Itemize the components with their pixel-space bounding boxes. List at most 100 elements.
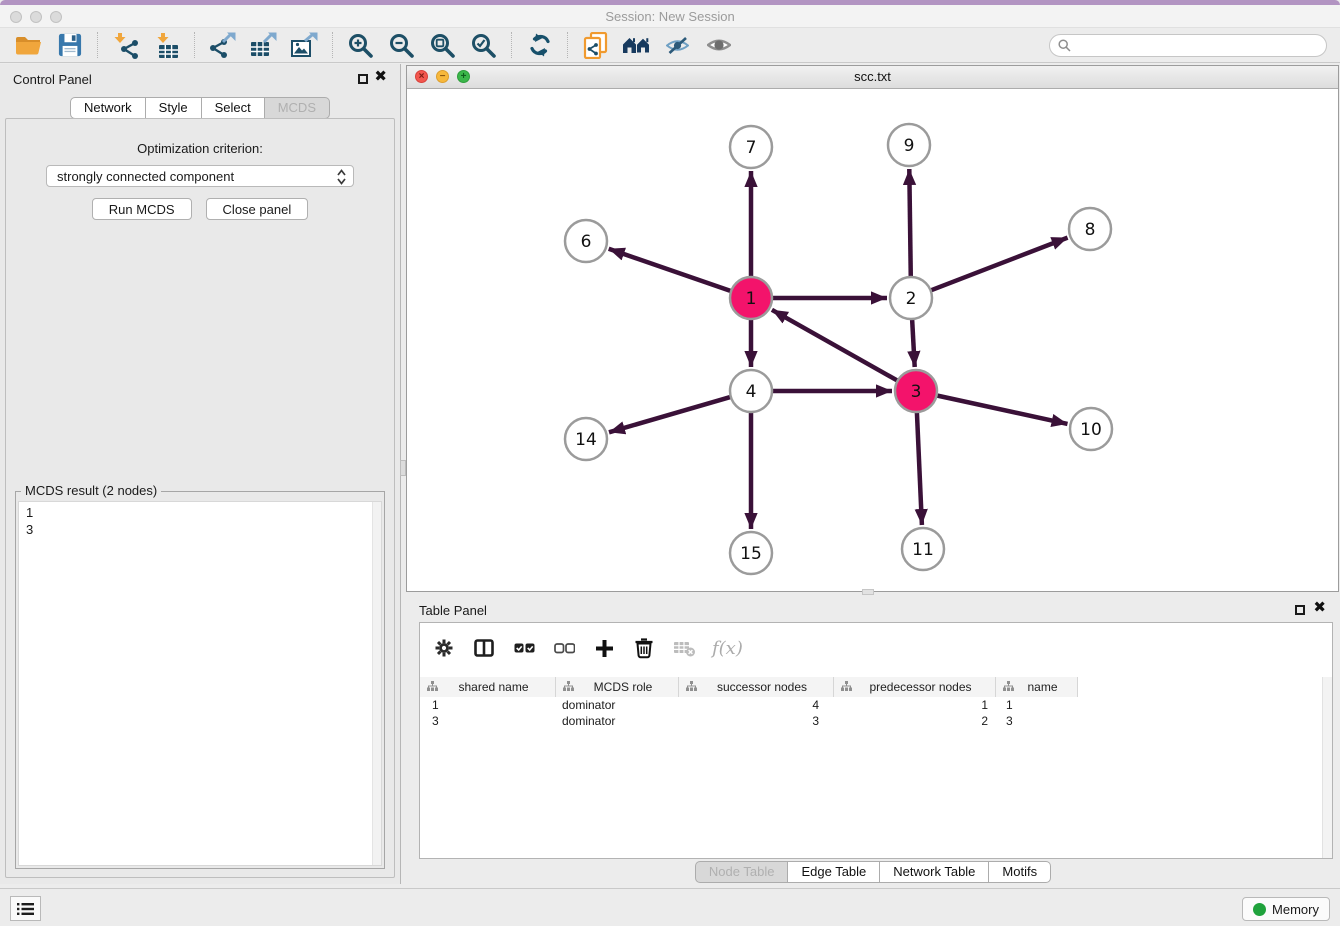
node-table-container: f(x) shared nameMCDS rolesuccessor nodes…: [419, 622, 1333, 859]
select-all-columns-button[interactable]: [512, 641, 536, 655]
control-panel: Control Panel ✖ NetworkStyleSelectMCDS O…: [0, 64, 401, 884]
toolbar-separator: [97, 32, 98, 58]
graph-edge-3-10[interactable]: [935, 395, 1068, 424]
run-mcds-button[interactable]: Run MCDS: [92, 198, 192, 220]
graph-edge-3-1[interactable]: [772, 310, 900, 382]
open-session-button[interactable]: [10, 30, 47, 60]
table-cell[interactable]: dominator: [556, 713, 679, 729]
column-header-name[interactable]: name: [996, 677, 1078, 697]
graph-node-11[interactable]: 11: [902, 528, 944, 570]
table-cell[interactable]: dominator: [556, 697, 679, 713]
network-window-titlebar[interactable]: × − + scc.txt: [407, 66, 1338, 89]
column-header-MCDS-role[interactable]: MCDS role: [556, 677, 679, 697]
graph-node-10[interactable]: 10: [1070, 408, 1112, 450]
table-cell[interactable]: 1: [996, 697, 1078, 713]
close-panel-icon[interactable]: ✖: [374, 69, 387, 85]
graph-node-2[interactable]: 2: [890, 277, 932, 319]
optimization-criterion-label: Optimization criterion:: [6, 141, 394, 156]
close-panel-button[interactable]: Close panel: [206, 198, 309, 220]
graph-node-15[interactable]: 15: [730, 532, 772, 574]
graph-node-14[interactable]: 14: [565, 418, 607, 460]
tab-edge-table[interactable]: Edge Table: [788, 861, 880, 883]
search-field[interactable]: [1049, 34, 1327, 57]
tab-network-table[interactable]: Network Table: [880, 861, 989, 883]
table-cell[interactable]: 3: [996, 713, 1078, 729]
criterion-select[interactable]: strongly connected component: [46, 165, 354, 187]
zoom-out-button[interactable]: [383, 30, 420, 60]
import-network-button[interactable]: [107, 30, 144, 60]
search-icon: [1058, 39, 1071, 52]
table-row[interactable]: 1dominator411: [420, 697, 1321, 713]
float-panel-icon[interactable]: [358, 74, 368, 84]
tree-sort-icon[interactable]: [563, 680, 574, 694]
first-neighbors-button[interactable]: [618, 30, 655, 60]
column-header-predecessor-nodes[interactable]: predecessor nodes: [834, 677, 996, 697]
memory-label: Memory: [1272, 902, 1319, 917]
network-view-title: scc.txt: [407, 66, 1338, 88]
mcds-result-area[interactable]: 1 3: [18, 501, 382, 866]
column-header-successor-nodes[interactable]: successor nodes: [679, 677, 834, 697]
result-scrollbar[interactable]: [372, 502, 381, 865]
table-cell[interactable]: 1: [834, 697, 996, 713]
graph-edge-3-11[interactable]: [917, 410, 922, 525]
table-scrollbar[interactable]: [1322, 677, 1332, 858]
graph-node-7[interactable]: 7: [730, 126, 772, 168]
clone-network-button[interactable]: [577, 30, 614, 60]
tab-select[interactable]: Select: [202, 97, 265, 119]
refresh-view-button[interactable]: [521, 30, 558, 60]
table-cell[interactable]: 3: [420, 713, 556, 729]
create-column-button[interactable]: [592, 639, 616, 658]
table-options-button[interactable]: [432, 638, 456, 658]
close-view-button[interactable]: ×: [415, 70, 428, 83]
deselect-all-columns-button[interactable]: [552, 641, 576, 655]
graph-edge-4-14[interactable]: [609, 396, 733, 432]
search-input[interactable]: [1076, 38, 1326, 54]
float-table-panel-icon[interactable]: [1295, 605, 1305, 615]
table-row[interactable]: 3dominator323: [420, 713, 1321, 729]
tree-sort-icon[interactable]: [686, 680, 697, 694]
tree-sort-icon[interactable]: [427, 680, 438, 694]
minimize-view-button[interactable]: −: [436, 70, 449, 83]
tab-style[interactable]: Style: [146, 97, 202, 119]
export-image-button[interactable]: [286, 30, 323, 60]
graph-edge-1-6[interactable]: [609, 249, 733, 292]
maximize-view-button[interactable]: +: [457, 70, 470, 83]
graph-node-1[interactable]: 1: [730, 277, 772, 319]
tab-motifs[interactable]: Motifs: [989, 861, 1051, 883]
eye-icon: [707, 36, 731, 54]
tab-network[interactable]: Network: [70, 97, 146, 119]
delete-column-button[interactable]: [632, 637, 656, 659]
graph-edge-2-8[interactable]: [929, 238, 1068, 292]
task-history-button[interactable]: [10, 896, 41, 921]
import-table-button[interactable]: [148, 30, 185, 60]
save-session-button[interactable]: [51, 30, 88, 60]
table-cell[interactable]: 1: [420, 697, 556, 713]
zoom-fit-button[interactable]: [424, 30, 461, 60]
tab-node-table[interactable]: Node Table: [695, 861, 789, 883]
graph-edge-2-9[interactable]: [909, 169, 911, 279]
tree-sort-icon[interactable]: [1003, 680, 1014, 694]
tree-sort-icon[interactable]: [841, 680, 852, 694]
show-hidden-button[interactable]: [700, 30, 737, 60]
graph-node-3[interactable]: 3: [895, 370, 937, 412]
graph-edge-2-3[interactable]: [912, 317, 915, 367]
zoom-in-button[interactable]: [342, 30, 379, 60]
zoom-selected-button[interactable]: [465, 30, 502, 60]
tab-mcds[interactable]: MCDS: [265, 97, 330, 119]
graph-node-9[interactable]: 9: [888, 124, 930, 166]
hide-selected-button[interactable]: [659, 30, 696, 60]
memory-button[interactable]: Memory: [1242, 897, 1330, 921]
column-header-shared-name[interactable]: shared name: [420, 677, 556, 697]
table-cell[interactable]: 4: [679, 697, 834, 713]
split-panel-button[interactable]: [472, 639, 496, 657]
network-canvas[interactable]: 7 9 6 8 1 2 4 3 14 10 15 11: [407, 89, 1338, 591]
table-cell[interactable]: 2: [834, 713, 996, 729]
table-cell[interactable]: 3: [679, 713, 834, 729]
graph-node-6[interactable]: 6: [565, 220, 607, 262]
export-table-button[interactable]: [245, 30, 282, 60]
graph-node-8[interactable]: 8: [1069, 208, 1111, 250]
export-network-button[interactable]: [204, 30, 241, 60]
close-table-panel-icon[interactable]: ✖: [1313, 600, 1326, 616]
memory-status-icon: [1253, 903, 1266, 916]
graph-node-4[interactable]: 4: [730, 370, 772, 412]
